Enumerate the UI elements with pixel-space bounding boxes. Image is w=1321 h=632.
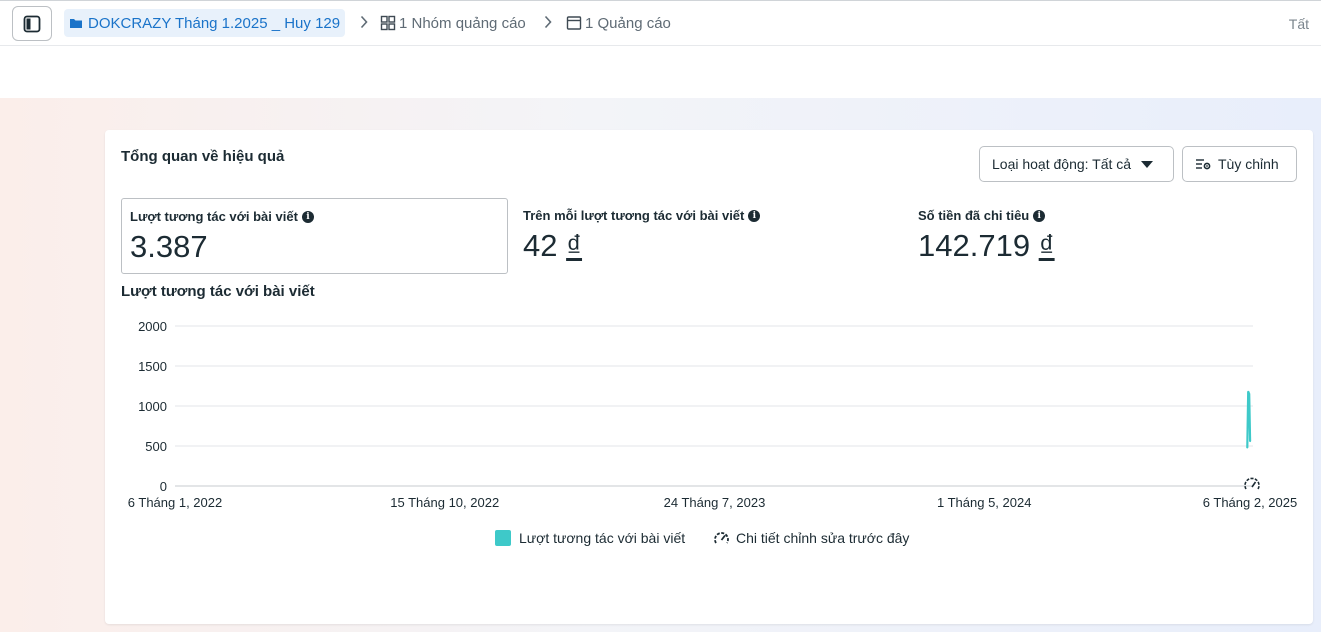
chevron-right-icon [544, 15, 552, 29]
metric-label-text: Số tiền đã chi tiêu [918, 208, 1030, 223]
breadcrumb-campaign-label: DOKCRAZY Tháng 1.2025 _ Huy 129 [88, 14, 341, 32]
x-tick-label: 24 Tháng 7, 2023 [664, 495, 766, 510]
x-tick-label: 15 Tháng 10, 2022 [390, 495, 499, 510]
sidebar-toggle-button[interactable] [12, 6, 52, 41]
chevron-right-icon [360, 15, 368, 29]
metric-value-number: 142.719 [918, 228, 1031, 263]
y-tick-label: 2000 [138, 319, 167, 334]
x-tick-label: 6 Tháng 2, 2025 [1203, 495, 1297, 510]
info-icon[interactable]: i [301, 210, 314, 223]
legend-swatch [495, 530, 511, 546]
metric-cost-per-engagement[interactable]: Trên mỗi lượt tương tác với bài viết i 4… [515, 198, 895, 274]
top-bar: DOKCRAZY Tháng 1.2025 _ Huy 129 1 Nhóm q… [0, 0, 1321, 46]
metric-value-number: 3.387 [130, 229, 208, 264]
metric-value: 3.387 [130, 229, 208, 265]
grid-icon [380, 15, 396, 31]
currency-symbol: ₫ [566, 228, 583, 263]
breadcrumb-adset-label: 1 Nhóm quảng cáo [399, 14, 526, 32]
metric-label: Lượt tương tác với bài viết i [130, 209, 314, 224]
metric-label: Số tiền đã chi tiêu i [918, 208, 1046, 223]
legend-edit-label: Chi tiết chỉnh sửa trước đây [736, 530, 910, 546]
currency-symbol: ₫ [1038, 228, 1055, 263]
activity-type-label: Loại hoạt động: Tất cả [992, 156, 1132, 172]
x-tick-label: 1 Tháng 5, 2024 [937, 495, 1031, 510]
card-title: Tổng quan về hiệu quả [121, 148, 285, 165]
edit-history-gauge-icon [714, 531, 729, 543]
series-point [1249, 440, 1252, 443]
y-tick-label: 1500 [138, 359, 167, 374]
breadcrumb-ad-label: 1 Quảng cáo [585, 14, 671, 32]
legend-item-edit-history[interactable]: Chi tiết chỉnh sửa trước đây [713, 528, 909, 548]
y-tick-label: 0 [160, 479, 167, 494]
activity-type-dropdown[interactable]: Loại hoạt động: Tất cả [979, 146, 1174, 182]
performance-overview-card: Tổng quan về hiệu quả Loại hoạt động: Tấ… [105, 130, 1313, 624]
series-line [1246, 391, 1252, 448]
x-tick-label: 6 Tháng 1, 2022 [128, 495, 222, 510]
metric-value: 142.719 ₫ [918, 228, 1055, 264]
customize-label: Tùy chỉnh [1218, 156, 1279, 172]
folder-icon [70, 19, 82, 28]
breadcrumb-campaign[interactable]: DOKCRAZY Tháng 1.2025 _ Huy 129 [64, 9, 346, 37]
chart-title: Lượt tương tác với bài viết [121, 283, 315, 300]
top-right-toggle-label[interactable]: Tất [1289, 16, 1309, 32]
caret-down-icon [1141, 160, 1154, 168]
legend-series-label: Lượt tương tác với bài viết [519, 530, 686, 546]
info-icon[interactable]: i [1033, 209, 1046, 222]
customize-button[interactable]: Tùy chỉnh [1182, 146, 1297, 182]
metric-value: 42 ₫ [523, 228, 582, 264]
breadcrumb-ad[interactable]: 1 Quảng cáo [566, 9, 671, 37]
metric-amount-spent[interactable]: Số tiền đã chi tiêu i 142.719 ₫ [910, 198, 1290, 274]
sidebar-panel-icon [23, 15, 41, 32]
metric-post-engagement[interactable]: Lượt tương tác với bài viết i 3.387 [121, 198, 508, 274]
y-tick-label: 1000 [138, 399, 167, 414]
info-icon[interactable]: i [748, 209, 761, 222]
series-point [1246, 446, 1249, 449]
customize-settings-icon [1196, 159, 1211, 170]
edit-history-marker-icon[interactable] [1244, 477, 1260, 490]
legend-item-series[interactable]: Lượt tương tác với bài viết [495, 528, 685, 548]
series-point [1248, 393, 1251, 395]
metric-label: Trên mỗi lượt tương tác với bài viết i [523, 208, 761, 223]
ad-window-icon [566, 16, 582, 30]
series-point [1247, 390, 1250, 393]
engagement-line-chart: 0 500 1000 1500 2000 6 Tháng 1, 2022 15 Tháng … [128, 319, 1297, 510]
metric-value-number: 42 [523, 228, 558, 263]
metric-label-text: Lượt tương tác với bài viết [130, 209, 298, 224]
y-tick-label: 500 [145, 439, 167, 454]
metric-label-text: Trên mỗi lượt tương tác với bài viết [523, 208, 745, 223]
breadcrumb-adset[interactable]: 1 Nhóm quảng cáo [380, 9, 526, 37]
